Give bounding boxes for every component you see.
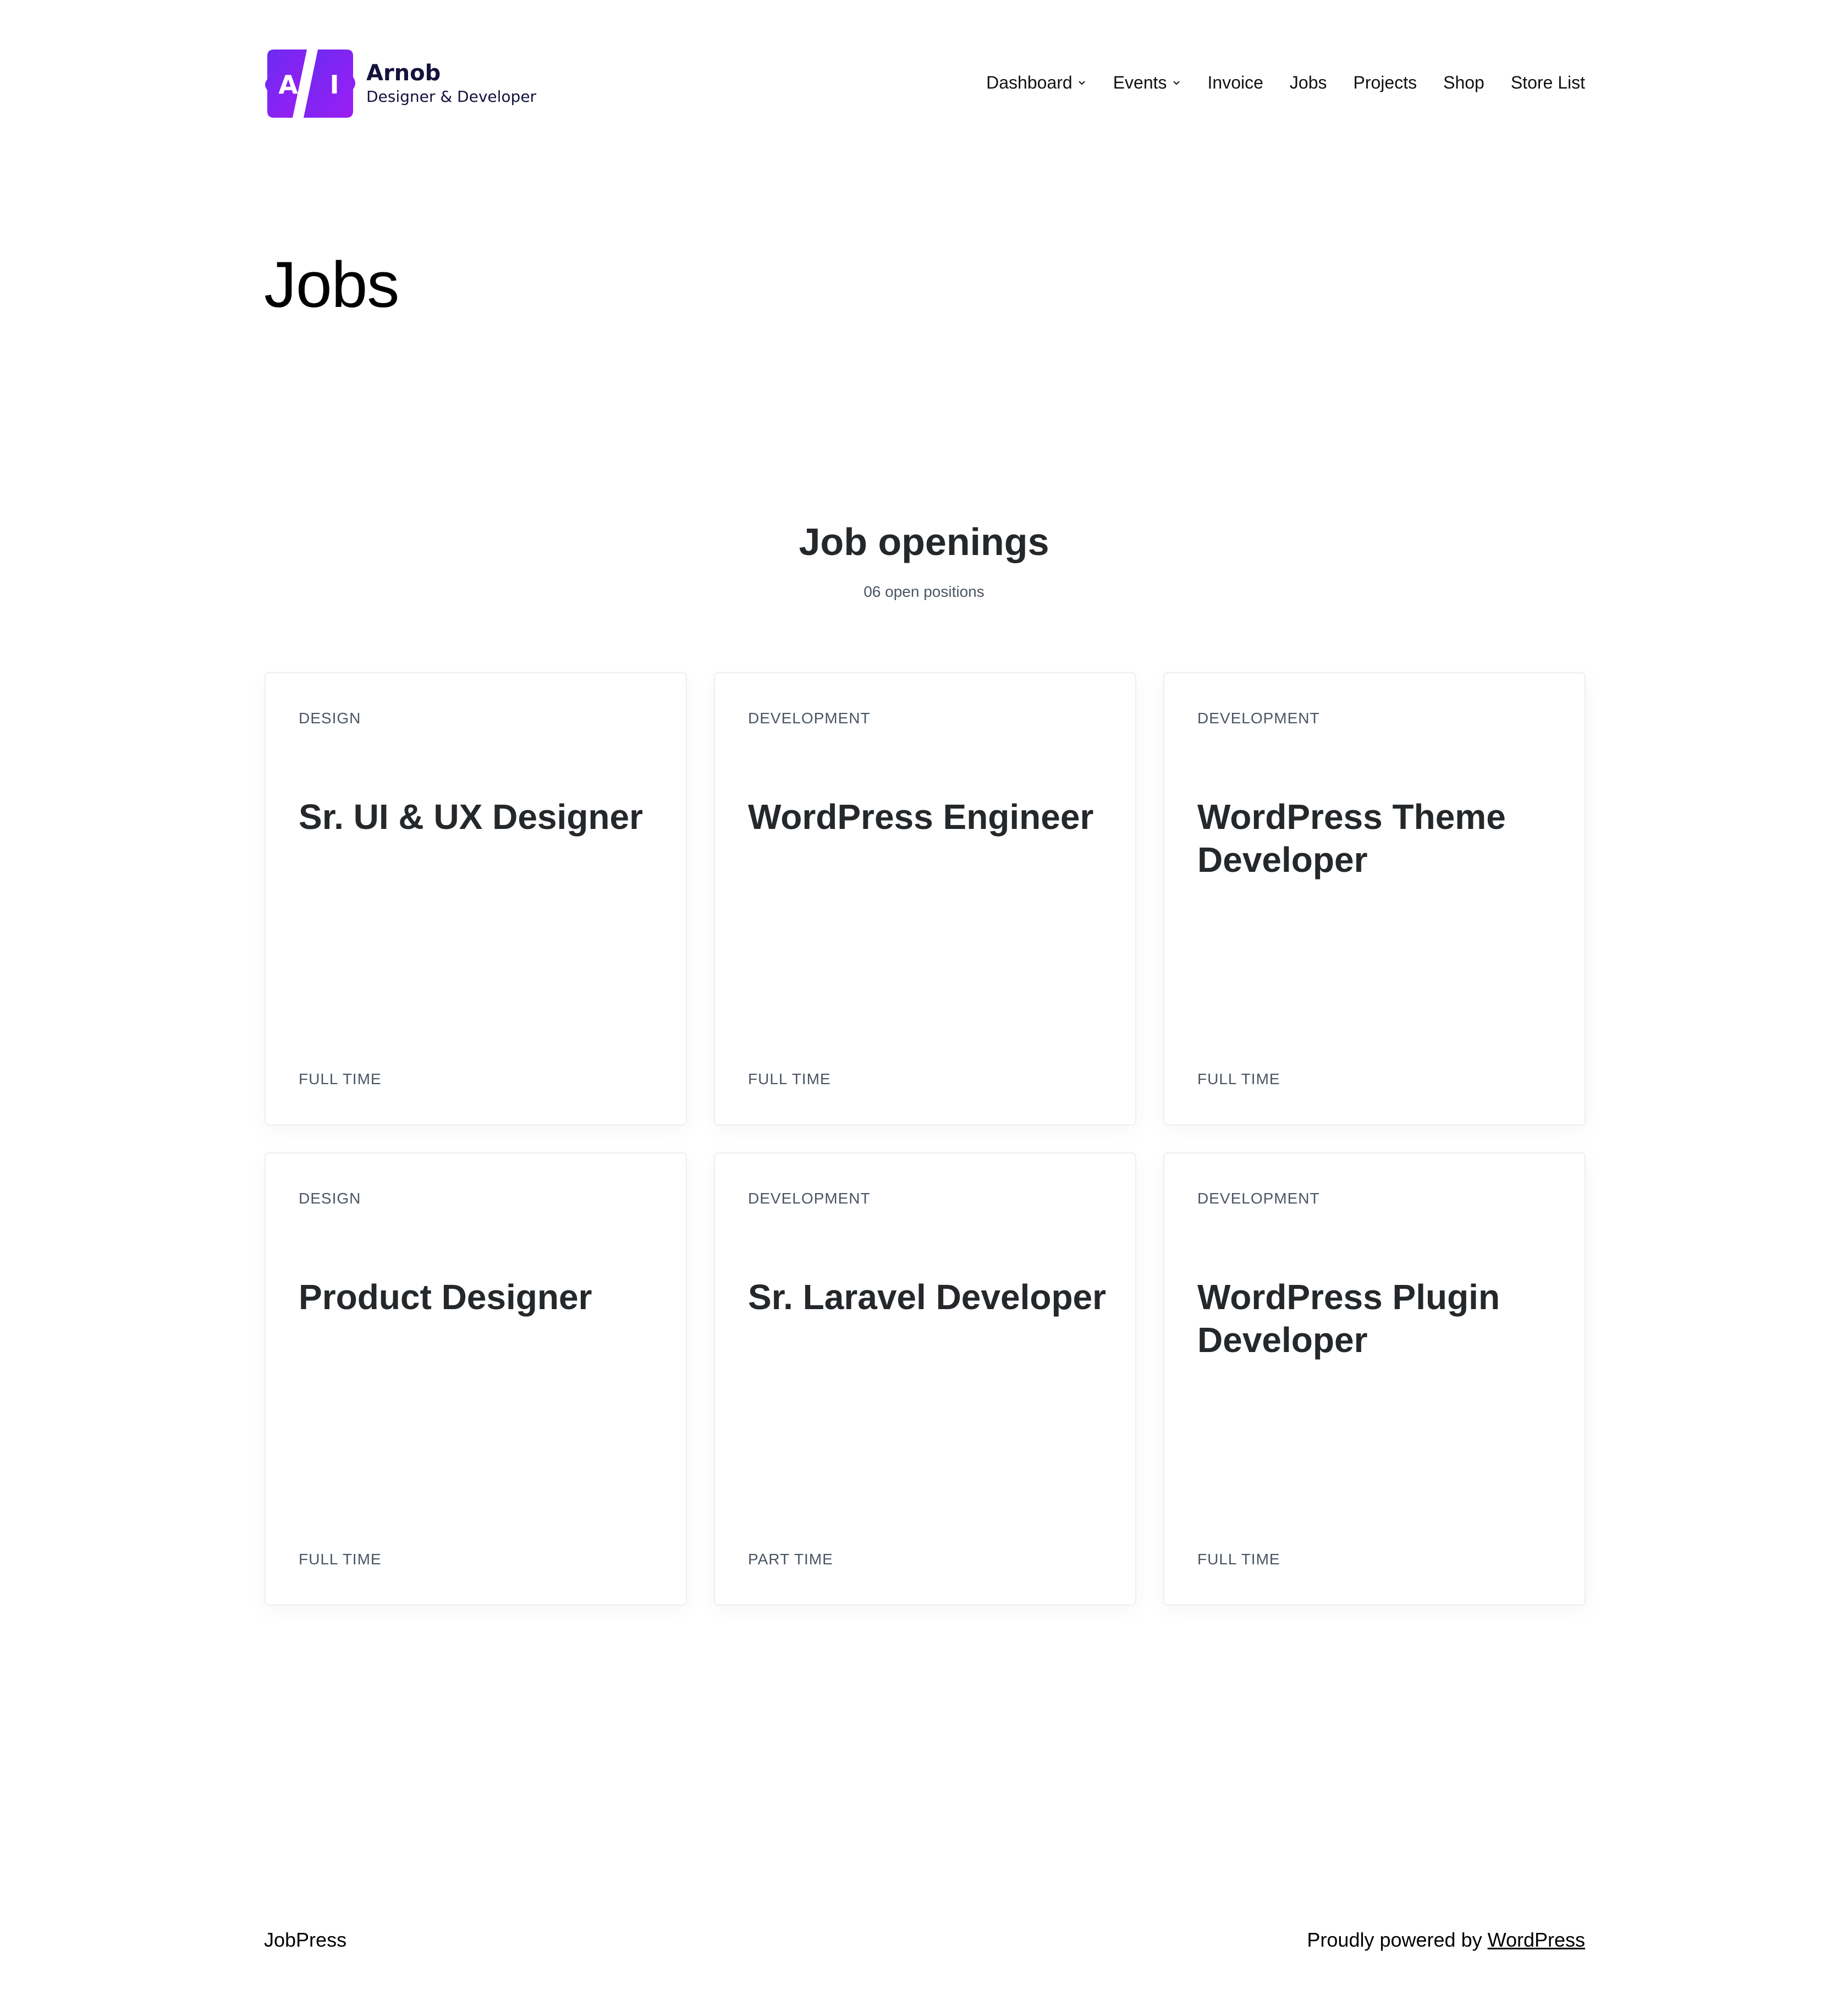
job-title[interactable]: WordPress Engineer [748,795,1113,838]
job-category: DESIGN [299,710,361,727]
nav-item-label: Shop [1443,73,1484,92]
job-category: DEVELOPMENT [1197,1190,1320,1207]
job-title[interactable]: Product Designer [299,1276,664,1318]
nav-item-store-list[interactable]: Store List [1511,72,1585,94]
main-navigation: Dashboard Events Invoice Jobs Projects Shop St… [986,72,1585,94]
job-employment-type: FULL TIME [748,1070,831,1087]
nav-item-label: Events [1113,73,1167,92]
chevron-down-icon[interactable] [1172,78,1181,87]
nav-item-label: Dashboard [986,73,1072,92]
job-card[interactable]: DEVELOPMENT WordPress Theme Developer FULL… [1163,672,1586,1125]
nav-item-dashboard[interactable]: Dashboard [986,72,1087,94]
site-footer: JobPress Proudly powered by WordPress [264,1927,1585,1955]
page-title: Jobs [264,249,399,321]
job-employment-type: FULL TIME [1197,1070,1280,1087]
job-title[interactable]: WordPress Theme Developer [1197,795,1563,881]
site-logo-link[interactable]: A I Arnob Designer & Developer [265,50,536,118]
job-card[interactable]: DEVELOPMENT WordPress Engineer FULL TIME [714,672,1136,1125]
job-employment-type: FULL TIME [299,1070,382,1087]
job-category: DESIGN [299,1190,361,1207]
nav-item-label: Store List [1510,73,1585,92]
wordpress-link[interactable]: WordPress [1488,1928,1585,1951]
footer-credit: Proudly powered by WordPress [1307,1927,1585,1953]
site-name: Arnob [366,61,441,86]
job-card[interactable]: DESIGN Product Designer FULL TIME [265,1152,687,1606]
job-category: DEVELOPMENT [1197,710,1320,727]
job-card[interactable]: DEVELOPMENT Sr. Laravel Developer PART TIM… [714,1152,1136,1606]
nav-item-invoice[interactable]: Invoice [1208,72,1263,94]
footer-credit-text: Proudly powered by [1307,1928,1482,1951]
job-openings-title: Job openings [799,520,1049,563]
job-card[interactable]: DEVELOPMENT WordPress Plugin Developer FUL… [1163,1152,1586,1606]
chevron-down-icon[interactable] [1077,78,1087,87]
job-employment-type: FULL TIME [299,1551,382,1568]
open-positions-count: 06 open positions [864,583,985,600]
nav-item-events[interactable]: Events [1113,72,1181,94]
logo-letter-i: I [329,70,339,100]
job-title[interactable]: Sr. UI & UX Designer [299,795,664,838]
footer-site-title[interactable]: JobPress [264,1927,346,1953]
nav-item-shop[interactable]: Shop [1443,72,1484,94]
job-category: DEVELOPMENT [748,1190,871,1207]
job-openings-header: Job openings 06 open positions [0,517,1848,602]
job-employment-type: FULL TIME [1197,1551,1280,1568]
nav-item-jobs[interactable]: Jobs [1290,72,1327,94]
job-cards-grid: DESIGN Sr. UI & UX Designer FULL TIME DEVEL… [265,672,1586,1606]
nav-item-projects[interactable]: Projects [1354,72,1417,94]
job-title[interactable]: WordPress Plugin Developer [1197,1276,1563,1361]
logo-letter-a: A [278,70,298,100]
nav-item-label: Projects [1353,73,1417,92]
job-title[interactable]: Sr. Laravel Developer [748,1276,1113,1318]
site-tagline: Designer & Developer [366,87,537,106]
logo-icon: A I [265,50,355,118]
site-header: A I Arnob Designer & Developer Dashboard… [265,50,1585,121]
job-employment-type: PART TIME [748,1551,833,1568]
job-category: DEVELOPMENT [748,710,871,727]
nav-item-label: Jobs [1289,73,1327,92]
nav-item-label: Invoice [1207,73,1263,92]
job-card[interactable]: DESIGN Sr. UI & UX Designer FULL TIME [265,672,687,1125]
logo-text: Arnob Designer & Developer [366,60,536,107]
